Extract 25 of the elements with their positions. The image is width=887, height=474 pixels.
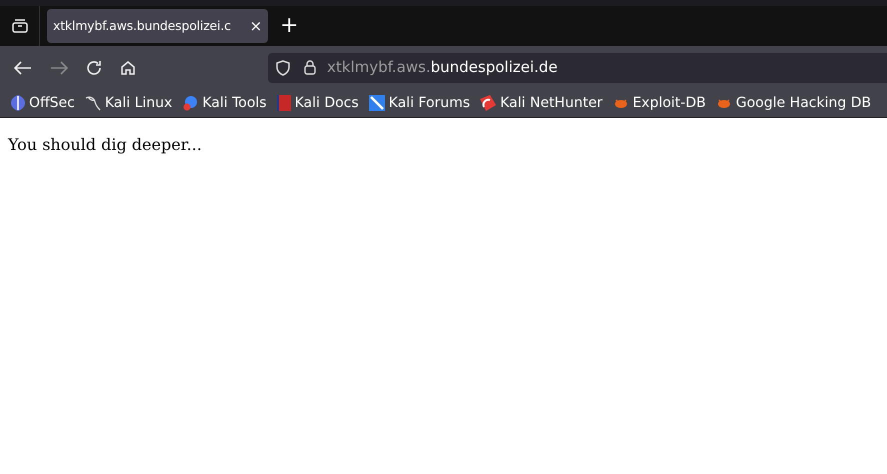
reload-icon[interactable]: [86, 60, 102, 76]
browser-tab[interactable]: xtklmybf.aws.bundespolizei.c ×: [47, 9, 268, 43]
bookmark-link[interactable]: Kali NetHunter: [500, 92, 603, 114]
forward-icon[interactable]: [50, 60, 68, 74]
close-tab-button[interactable]: ×: [250, 14, 262, 38]
book-icon: [276, 95, 291, 111]
back-icon[interactable]: [14, 60, 32, 74]
new-tab-button[interactable]: +: [280, 15, 298, 37]
bookmark-link[interactable]: Kali Forums: [388, 92, 470, 114]
tab-overview-icon[interactable]: [12, 19, 28, 33]
address-bar[interactable]: xtklmybf.aws.bundespolizei.de: [268, 52, 887, 82]
page-message: You should dig deeper...: [8, 134, 203, 156]
bookmark-link[interactable]: Exploit-DB: [632, 92, 706, 114]
tab-title: xtklmybf.aws.bundespolizei.c: [53, 16, 231, 35]
shield-icon[interactable]: [276, 60, 290, 76]
home-icon[interactable]: [120, 60, 136, 76]
url-text: xtklmybf.aws.bundespolizei.de: [327, 57, 558, 78]
nethunter-icon: [480, 95, 496, 111]
bookmark-link[interactable]: Kali Docs: [294, 92, 359, 114]
lock-icon[interactable]: [304, 60, 316, 75]
offsec-logo-icon: [11, 95, 25, 111]
bookmark-link[interactable]: Kali Linux: [104, 92, 172, 114]
bookmark-link[interactable]: Kali Tools: [202, 92, 267, 114]
bookmark-link[interactable]: Google Hacking DB: [736, 92, 872, 114]
bookmark-link[interactable]: OffSec: [29, 92, 75, 114]
